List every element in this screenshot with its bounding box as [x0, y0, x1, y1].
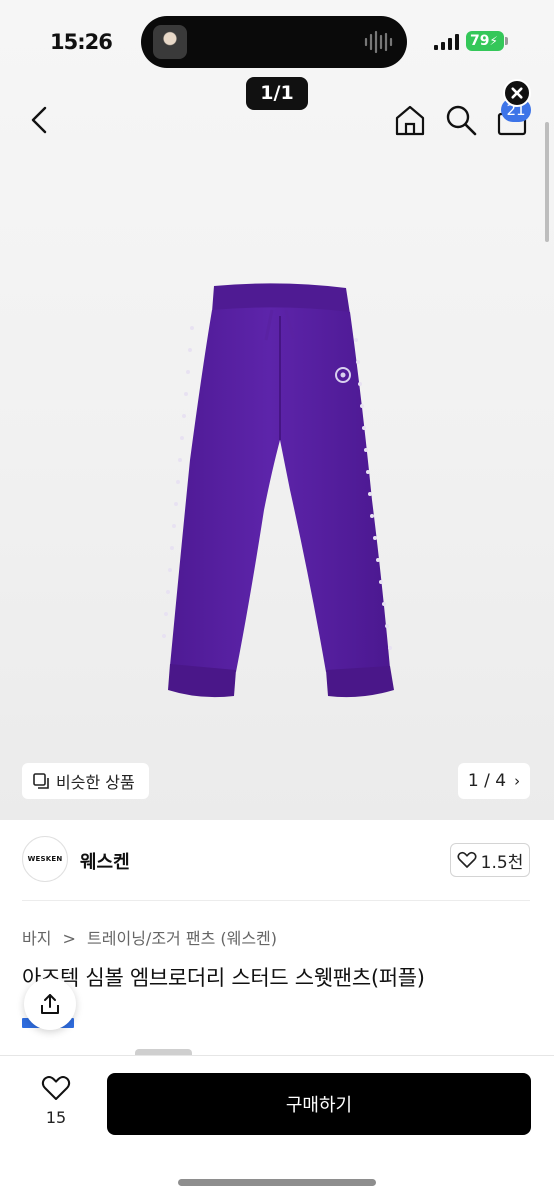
brand-logo[interactable]: WESKEN — [22, 836, 68, 882]
battery-cap — [505, 37, 508, 45]
brand-name-link[interactable]: 웨스켄 — [80, 848, 130, 874]
battery-level: 79 — [470, 33, 490, 49]
product-image-purple-sweatpants — [162, 283, 394, 698]
image-counter-text: 1 / 4 — [467, 771, 507, 791]
divider — [22, 900, 530, 901]
copy-icon — [33, 773, 49, 789]
home-icon[interactable] — [392, 102, 428, 138]
breadcrumb-item-training-jogger[interactable]: 트레이닝/조거 팬츠 (웨스켄) — [87, 929, 277, 948]
back-icon[interactable] — [22, 102, 58, 138]
scrollbar[interactable] — [545, 122, 549, 242]
similar-products-label: 비슷한 상품 — [56, 773, 135, 792]
image-gallery-counter[interactable]: 1 / 4 › — [458, 763, 530, 799]
heart-icon — [457, 851, 477, 868]
battery-indicator: 79⚡ — [466, 31, 504, 51]
dynamic-island[interactable] — [141, 16, 407, 68]
breadcrumb-separator: > — [62, 929, 76, 948]
audio-waveform-icon — [364, 30, 393, 54]
home-indicator[interactable] — [178, 1179, 376, 1186]
wishlist-count: 15 — [45, 1108, 67, 1127]
cellular-signal-icon — [434, 34, 459, 50]
buy-button[interactable]: 구매하기 — [107, 1073, 531, 1135]
charging-bolt-icon: ⚡ — [489, 34, 498, 48]
screenshot-page-indicator: 1/1 — [246, 77, 308, 110]
status-time: 15:26 — [50, 30, 113, 54]
brand-like-button[interactable]: 1.5천 — [450, 843, 530, 877]
share-icon — [41, 994, 59, 1014]
share-button[interactable] — [24, 978, 76, 1030]
close-icon[interactable] — [503, 79, 531, 107]
brand-like-count: 1.5천 — [480, 852, 524, 873]
search-icon[interactable] — [443, 102, 479, 138]
product-title: 아즈텍 심볼 엠브로더리 스터드 스웻팬츠(퍼플) — [22, 966, 425, 990]
breadcrumb-item-pants[interactable]: 바지 — [22, 929, 51, 948]
wishlist-button[interactable]: 15 — [30, 1074, 82, 1134]
status-bar: 15:26 79⚡ — [0, 0, 554, 82]
now-playing-thumbnail — [153, 25, 187, 59]
breadcrumb: 바지 > 트레이닝/조거 팬츠 (웨스켄) — [22, 925, 277, 949]
brand-logo-text: WESKEN — [27, 855, 63, 863]
heart-icon — [41, 1076, 71, 1100]
chevron-right-icon: › — [514, 772, 521, 790]
similar-products-button[interactable]: 비슷한 상품 — [22, 763, 149, 799]
